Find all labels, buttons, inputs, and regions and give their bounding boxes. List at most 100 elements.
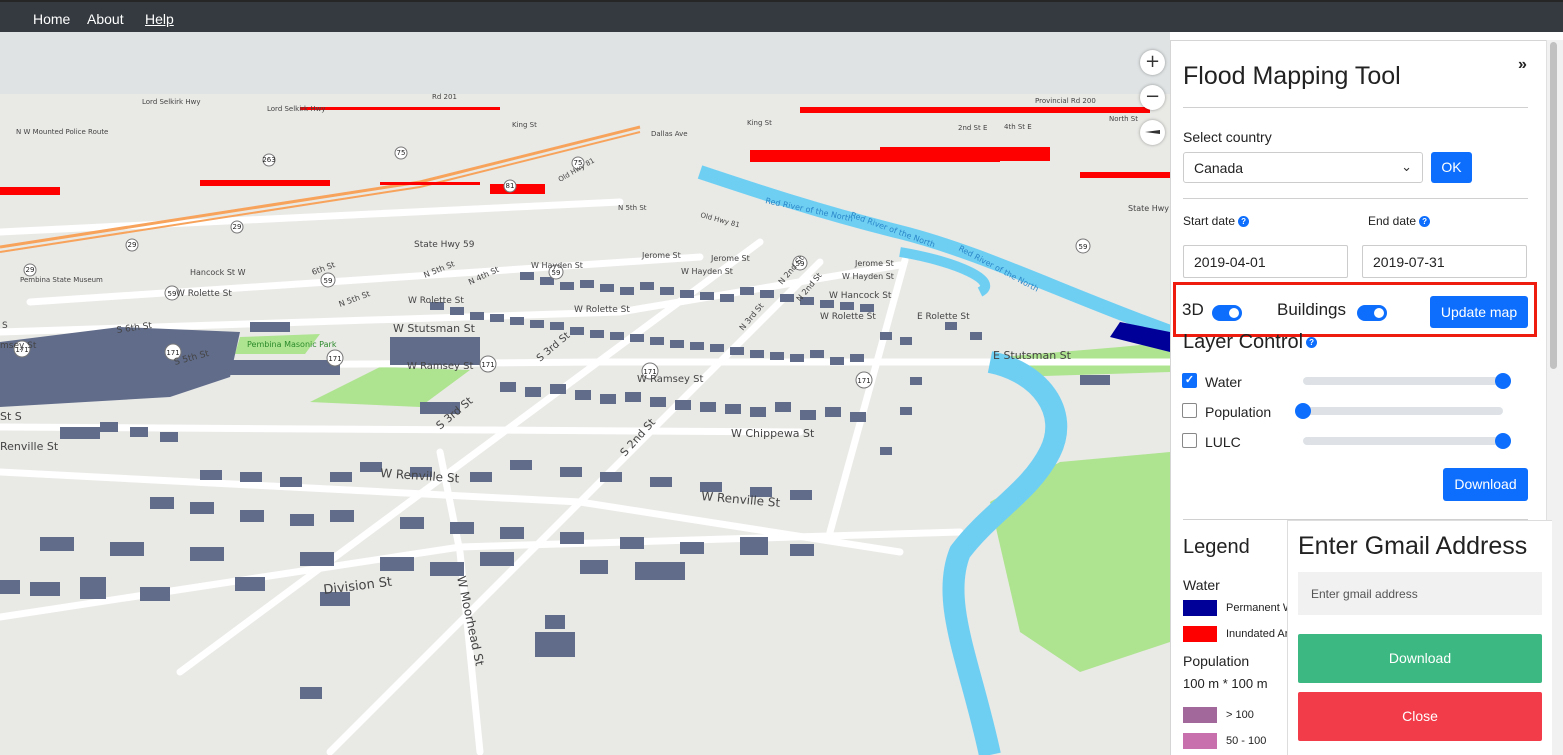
svg-text:N W Mounted Police Route: N W Mounted Police Route [16,128,108,136]
layer-control-title-text: Layer Control [1183,331,1304,353]
svg-text:W Stutsman St: W Stutsman St [393,322,476,335]
svg-text:81: 81 [506,182,515,190]
download-layers-button[interactable]: Download [1443,468,1528,501]
divider [1183,198,1528,199]
svg-text:Old Hwy 81: Old Hwy 81 [699,211,740,229]
map-view[interactable]: 171 171 171 171 171 171 59 59 59 59 59 2… [0,32,1170,755]
lulc-opacity-slider[interactable] [1303,433,1511,449]
nav-about-link[interactable]: About [87,11,124,27]
legend-swatch [1183,707,1217,723]
svg-text:W Hayden St: W Hayden St [531,261,583,270]
svg-text:N 5th St: N 5th St [618,204,647,212]
population-layer-label: Population [1205,404,1272,420]
svg-text:Dallas Ave: Dallas Ave [651,130,688,138]
svg-text:59: 59 [324,277,333,285]
chevron-down-icon: ⌄ [1401,159,1412,174]
country-label: Select country [1183,129,1272,145]
svg-text:29: 29 [26,266,35,274]
lulc-layer-label: LULC [1205,434,1241,450]
svg-text:W Chippewa St: W Chippewa St [731,427,815,440]
svg-text:59: 59 [552,269,561,277]
svg-text:Renville St: Renville St [0,440,59,453]
map-canvas[interactable]: 171 171 171 171 171 171 59 59 59 59 59 2… [0,32,1170,755]
nav-help-link[interactable]: Help [145,11,174,27]
svg-text:263: 263 [262,156,275,164]
svg-text:E Stutsman St: E Stutsman St [993,349,1072,362]
legend-population-heading: Population [1183,653,1250,669]
slider-thumb[interactable] [1295,403,1311,419]
water-layer-label: Water [1205,374,1242,390]
svg-text:4th St E: 4th St E [1004,123,1032,131]
svg-text:Pembina State Museum: Pembina State Museum [20,276,103,284]
svg-text:W Hayden St: W Hayden St [681,267,733,276]
svg-text:S: S [2,321,8,331]
help-icon[interactable]: ? [1238,216,1250,228]
legend-water-heading: Water [1183,577,1220,593]
population-opacity-slider[interactable] [1295,403,1503,419]
compass-button[interactable] [1140,120,1165,145]
svg-text:Lord Selkirk Hwy: Lord Selkirk Hwy [142,98,200,106]
svg-text:W Ramsey St: W Ramsey St [637,374,703,385]
svg-text:2nd St E: 2nd St E [958,124,987,132]
end-date-label-text: End date [1368,214,1417,228]
legend-swatch [1183,733,1217,749]
divider [1183,107,1528,108]
modal-close-button[interactable]: Close [1298,692,1542,741]
svg-text:Lord Selkirk Hwy: Lord Selkirk Hwy [267,105,325,113]
svg-text:King St: King St [747,119,772,127]
svg-text:W Rolette St: W Rolette St [820,312,876,322]
svg-text:King St: King St [512,121,537,129]
country-select[interactable]: Canada ⌄ [1183,152,1423,183]
zoom-in-button[interactable]: + [1140,50,1165,75]
svg-text:Pembina Masonic Park: Pembina Masonic Park [247,340,337,349]
svg-text:Jerome St: Jerome St [641,251,681,260]
svg-text:Jerome St: Jerome St [854,259,894,268]
svg-text:Jerome St: Jerome St [710,254,750,263]
zoom-out-button[interactable]: − [1140,85,1165,110]
population-checkbox[interactable] [1182,403,1197,418]
country-select-value: Canada [1194,160,1244,176]
slider-thumb[interactable] [1495,373,1511,389]
panel-title: Flood Mapping Tool [1183,62,1401,90]
help-icon[interactable]: ? [1419,216,1431,228]
svg-text:W Hancock St: W Hancock St [829,291,892,301]
legend-swatch [1183,626,1217,642]
scrollbar-thumb[interactable] [1550,42,1557,369]
help-icon[interactable]: ? [1306,337,1318,349]
legend-item-label: 50 - 100 [1226,735,1267,747]
svg-text:msey St: msey St [0,341,37,351]
modal-title: Enter Gmail Address [1298,532,1528,560]
svg-text:S 2nd St: S 2nd St [618,415,659,459]
start-date-input[interactable]: 2019-04-01 [1183,245,1348,278]
gmail-input[interactable] [1298,572,1542,615]
svg-text:29: 29 [128,241,137,249]
nav-home-link[interactable]: Home [33,11,70,27]
svg-text:W Hayden St: W Hayden St [842,272,894,281]
layer-control-title: Layer Control? [1183,331,1318,354]
svg-text:29: 29 [233,223,242,231]
svg-text:W Renville St: W Renville St [380,466,460,486]
svg-text:171: 171 [857,377,870,385]
end-date-label: End date? [1368,214,1431,228]
svg-text:W Ramsey St: W Ramsey St [407,361,473,372]
modal-download-button[interactable]: Download [1298,634,1542,683]
collapse-panel-button[interactable]: » [1518,56,1527,74]
svg-text:Red River of the North: Red River of the North [849,210,936,249]
highlight-box [1173,282,1537,337]
svg-text:171: 171 [481,361,494,369]
legend-swatch [1183,600,1217,616]
svg-text:75: 75 [397,149,406,157]
legend-item-label: Permanent W [1226,602,1294,614]
svg-text:State Hwy 59: State Hwy 59 [414,240,475,250]
slider-thumb[interactable] [1495,433,1511,449]
end-date-input[interactable]: 2019-07-31 [1362,245,1527,278]
map-horizon [0,32,1170,94]
svg-text:E Rolette St: E Rolette St [917,312,970,322]
navbar: Home About Help [0,0,1563,32]
start-date-label: Start date? [1183,214,1250,228]
ok-button[interactable]: OK [1431,152,1472,183]
water-opacity-slider[interactable] [1303,373,1511,389]
start-date-label-text: Start date [1183,214,1236,228]
water-checkbox[interactable]: ✓ [1182,373,1197,388]
lulc-checkbox[interactable] [1182,433,1197,448]
